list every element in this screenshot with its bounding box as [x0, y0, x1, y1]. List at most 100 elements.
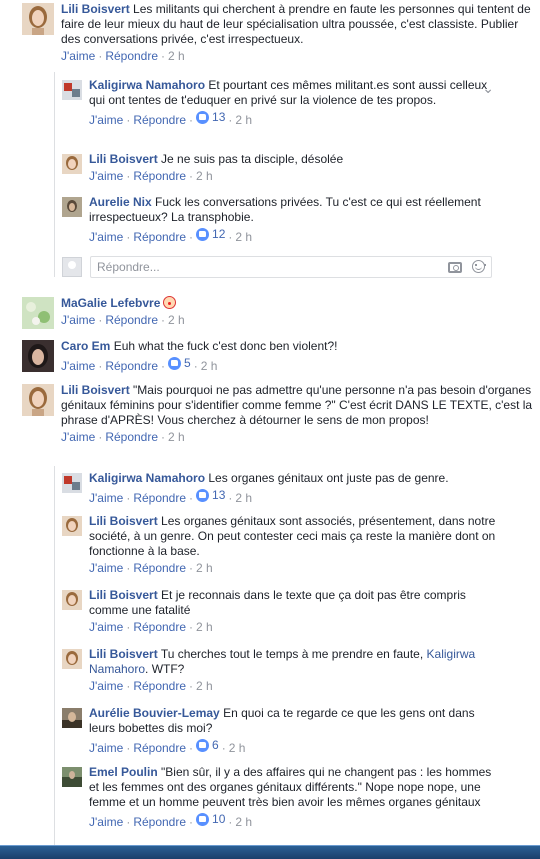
avatar[interactable] [22, 297, 54, 329]
timestamp[interactable]: 2 h [196, 561, 213, 575]
reply-link[interactable]: Répondre [133, 741, 186, 755]
reply-link[interactable]: Répondre [105, 313, 158, 327]
comment-text-after: . WTF? [145, 662, 185, 676]
comment-author[interactable]: Emel Poulin [89, 765, 158, 779]
separator: · [189, 491, 194, 505]
separator: · [161, 359, 166, 373]
timestamp[interactable]: 2 h [229, 741, 246, 755]
like-link[interactable]: J'aime [89, 561, 123, 575]
emoji-icon[interactable] [472, 260, 486, 273]
avatar[interactable] [62, 767, 82, 787]
like-link[interactable]: J'aime [61, 359, 95, 373]
like-link[interactable]: J'aime [89, 491, 123, 505]
like-count[interactable]: 6 [196, 737, 219, 754]
timestamp[interactable]: 2 h [168, 430, 185, 444]
reply-link[interactable]: Répondre [133, 620, 186, 634]
avatar[interactable] [22, 384, 54, 416]
reply-link[interactable]: Répondre [133, 679, 186, 693]
like-link[interactable]: J'aime [89, 620, 123, 634]
reply-link[interactable]: Répondre [105, 430, 158, 444]
like-link[interactable]: J'aime [61, 313, 95, 327]
like-link[interactable]: J'aime [89, 815, 123, 829]
avatar[interactable] [62, 154, 82, 174]
comment-actions: J'aime · Répondre · 2 h [89, 619, 500, 636]
comment: Lili Boisvert Les militants qui cherchen… [0, 2, 540, 65]
like-count[interactable]: 5 [168, 355, 191, 372]
like-link[interactable]: J'aime [89, 169, 123, 183]
avatar[interactable] [22, 3, 54, 35]
avatar[interactable] [62, 516, 82, 536]
reply-link[interactable]: Répondre [133, 491, 186, 505]
avatar[interactable] [62, 473, 82, 493]
camera-icon[interactable] [448, 262, 462, 273]
like-count[interactable]: 10 [196, 811, 225, 828]
timestamp[interactable]: 2 h [168, 313, 185, 327]
comment-actions: J'aime · Répondre · 2 h [89, 678, 500, 695]
like-link[interactable]: J'aime [89, 679, 123, 693]
avatar[interactable] [62, 197, 82, 217]
timestamp[interactable]: 2 h [196, 169, 213, 183]
avatar[interactable] [62, 80, 82, 100]
chevron-down-icon[interactable]: ⌄ [482, 80, 494, 97]
reply-link[interactable]: Répondre [105, 49, 158, 63]
comment: Caro Em Euh what the fuck c'est donc ben… [0, 339, 540, 375]
reply-input[interactable]: Répondre... [90, 256, 492, 278]
avatar[interactable] [62, 708, 82, 728]
comment-author[interactable]: Caro Em [61, 339, 110, 353]
timestamp[interactable]: 2 h [196, 679, 213, 693]
avatar[interactable] [62, 590, 82, 610]
separator: · [189, 561, 194, 575]
separator: · [189, 741, 194, 755]
like-link[interactable]: J'aime [61, 49, 95, 63]
comment-text: Euh what the fuck c'est donc ben violent… [113, 339, 338, 353]
comment-author[interactable]: Lili Boisvert [89, 647, 158, 661]
comment: Lili Boisvert "Mais pourquoi ne pas adme… [0, 383, 540, 446]
timestamp[interactable]: 2 h [235, 230, 252, 244]
like-count[interactable]: 13 [196, 109, 225, 126]
taskbar [0, 845, 540, 859]
timestamp[interactable]: 2 h [235, 113, 252, 127]
comment-author[interactable]: Lili Boisvert [89, 152, 158, 166]
separator: · [126, 741, 131, 755]
avatar[interactable] [22, 340, 54, 372]
timestamp[interactable]: 2 h [168, 49, 185, 63]
reply-link[interactable]: Répondre [105, 359, 158, 373]
avatar[interactable] [62, 649, 82, 669]
separator: · [126, 230, 131, 244]
like-link[interactable]: J'aime [89, 230, 123, 244]
reply-link[interactable]: Répondre [133, 561, 186, 575]
comment-reply: Lili Boisvert Les organes génitaux sont … [0, 514, 500, 577]
like-count-value: 13 [212, 488, 226, 502]
comment-author[interactable]: Lili Boisvert [61, 2, 130, 16]
timestamp[interactable]: 2 h [201, 359, 218, 373]
comment-author[interactable]: Lili Boisvert [61, 383, 130, 397]
comment-actions: J'aime · Répondre · 13 · 2 h [89, 109, 500, 129]
comment-author[interactable]: Aurelie Nix [89, 195, 152, 209]
like-icon [196, 739, 210, 752]
like-link[interactable]: J'aime [61, 430, 95, 444]
reply-link[interactable]: Répondre [133, 230, 186, 244]
reply-link[interactable]: Répondre [133, 169, 186, 183]
comment-author[interactable]: Kaligirwa Namahoro [89, 471, 205, 485]
separator: · [228, 491, 233, 505]
like-link[interactable]: J'aime [89, 741, 123, 755]
comment-author[interactable]: Lili Boisvert [89, 588, 158, 602]
timestamp[interactable]: 2 h [235, 815, 252, 829]
comment-author[interactable]: Lili Boisvert [89, 514, 158, 528]
comment-author[interactable]: Aurélie Bouvier-Lemay [89, 706, 220, 720]
like-count-value: 12 [212, 227, 226, 241]
reply-link[interactable]: Répondre [133, 815, 186, 829]
reply-link[interactable]: Répondre [133, 113, 186, 127]
separator: · [126, 620, 131, 634]
like-icon [196, 228, 210, 241]
like-count[interactable]: 12 [196, 226, 225, 243]
separator: · [98, 49, 103, 63]
timestamp[interactable]: 2 h [235, 491, 252, 505]
like-count[interactable]: 13 [196, 487, 225, 504]
separator: · [126, 113, 131, 127]
timestamp[interactable]: 2 h [196, 620, 213, 634]
comment-author[interactable]: Kaligirwa Namahoro [89, 78, 205, 92]
separator: · [189, 113, 194, 127]
comment-author[interactable]: MaGalie Lefebvre [61, 296, 160, 310]
like-link[interactable]: J'aime [89, 113, 123, 127]
